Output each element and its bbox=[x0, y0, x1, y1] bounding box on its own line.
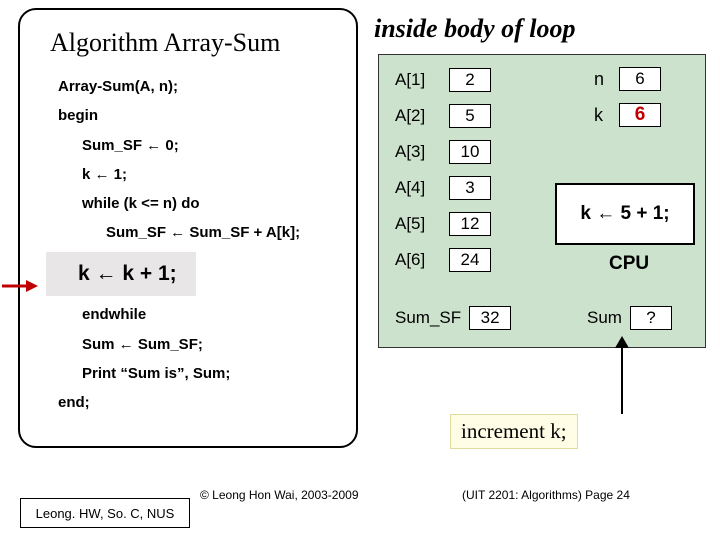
array-value-cell: 12 bbox=[449, 212, 491, 236]
code-line: Sum ← Sum_SF; bbox=[58, 330, 358, 359]
array-label: A[6] bbox=[395, 250, 445, 270]
k-value: 6 bbox=[635, 104, 646, 126]
array-row: A[4] 3 bbox=[395, 175, 491, 201]
k-update-box: k ← 5 + 1; bbox=[555, 183, 695, 245]
code-line: begin bbox=[58, 101, 358, 130]
array-label: A[2] bbox=[395, 106, 445, 126]
code-line: Array-Sum(A, n); bbox=[58, 72, 358, 101]
code-line: Print “Sum is”, Sum; bbox=[58, 359, 358, 388]
array-value-cell: 2 bbox=[449, 68, 491, 92]
sum-row: Sum ? bbox=[587, 305, 672, 331]
section-title: inside body of loop bbox=[374, 14, 576, 44]
code-line: endwhile bbox=[58, 300, 358, 329]
array-label: A[3] bbox=[395, 142, 445, 162]
array-value-cell: 3 bbox=[449, 176, 491, 200]
n-value-cell: 6 bbox=[619, 67, 661, 91]
algorithm-code: Array-Sum(A, n); begin Sum_SF ← 0; k ← 1… bbox=[58, 72, 358, 417]
code-line: end; bbox=[58, 388, 358, 417]
code-line: k ← 1; bbox=[58, 160, 358, 189]
array-label: A[4] bbox=[395, 178, 445, 198]
array-row: A[1] 2 bbox=[395, 67, 491, 93]
k-label: k bbox=[594, 105, 603, 126]
sum-value-cell: ? bbox=[630, 306, 672, 330]
code-line: Sum_SF ← Sum_SF + A[k]; bbox=[58, 218, 358, 247]
sum-label: Sum bbox=[587, 308, 622, 328]
sumsf-row: Sum_SF 32 bbox=[395, 305, 511, 331]
up-arrow-icon bbox=[615, 336, 629, 419]
state-panel: A[1] 2 A[2] 5 A[3] 10 A[4] 3 A[5] 12 A[6… bbox=[378, 54, 706, 348]
array-row: A[3] 10 bbox=[395, 139, 491, 165]
code-line: Sum_SF ← 0; bbox=[58, 131, 358, 160]
algorithm-title: Algorithm Array-Sum bbox=[50, 28, 280, 58]
n-label: n bbox=[594, 69, 604, 90]
array-row: A[5] 12 bbox=[395, 211, 491, 237]
array-value-cell: 24 bbox=[449, 248, 491, 272]
increment-note: increment k; bbox=[450, 414, 578, 449]
array-label: A[1] bbox=[395, 70, 445, 90]
array-label: A[5] bbox=[395, 214, 445, 234]
cpu-label: CPU bbox=[609, 253, 649, 275]
k-value-cell: 6 bbox=[619, 103, 661, 127]
footer-box: Leong. HW, So. C, NUS bbox=[20, 498, 190, 528]
code-line-highlight: k ← k + 1; bbox=[46, 252, 196, 297]
sumsf-value-cell: 32 bbox=[469, 306, 511, 330]
array-value-cell: 5 bbox=[449, 104, 491, 128]
pointer-arrow-icon bbox=[2, 280, 38, 292]
sumsf-label: Sum_SF bbox=[395, 308, 461, 328]
array-row: A[2] 5 bbox=[395, 103, 491, 129]
array-value-cell: 10 bbox=[449, 140, 491, 164]
code-line: while (k <= n) do bbox=[58, 189, 358, 218]
array-row: A[6] 24 bbox=[395, 247, 491, 273]
page-tag: (UIT 2201: Algorithms) Page 24 bbox=[462, 488, 630, 502]
copyright-text: © Leong Hon Wai, 2003-2009 bbox=[200, 488, 359, 502]
algorithm-box: Algorithm Array-Sum Array-Sum(A, n); beg… bbox=[18, 8, 358, 448]
